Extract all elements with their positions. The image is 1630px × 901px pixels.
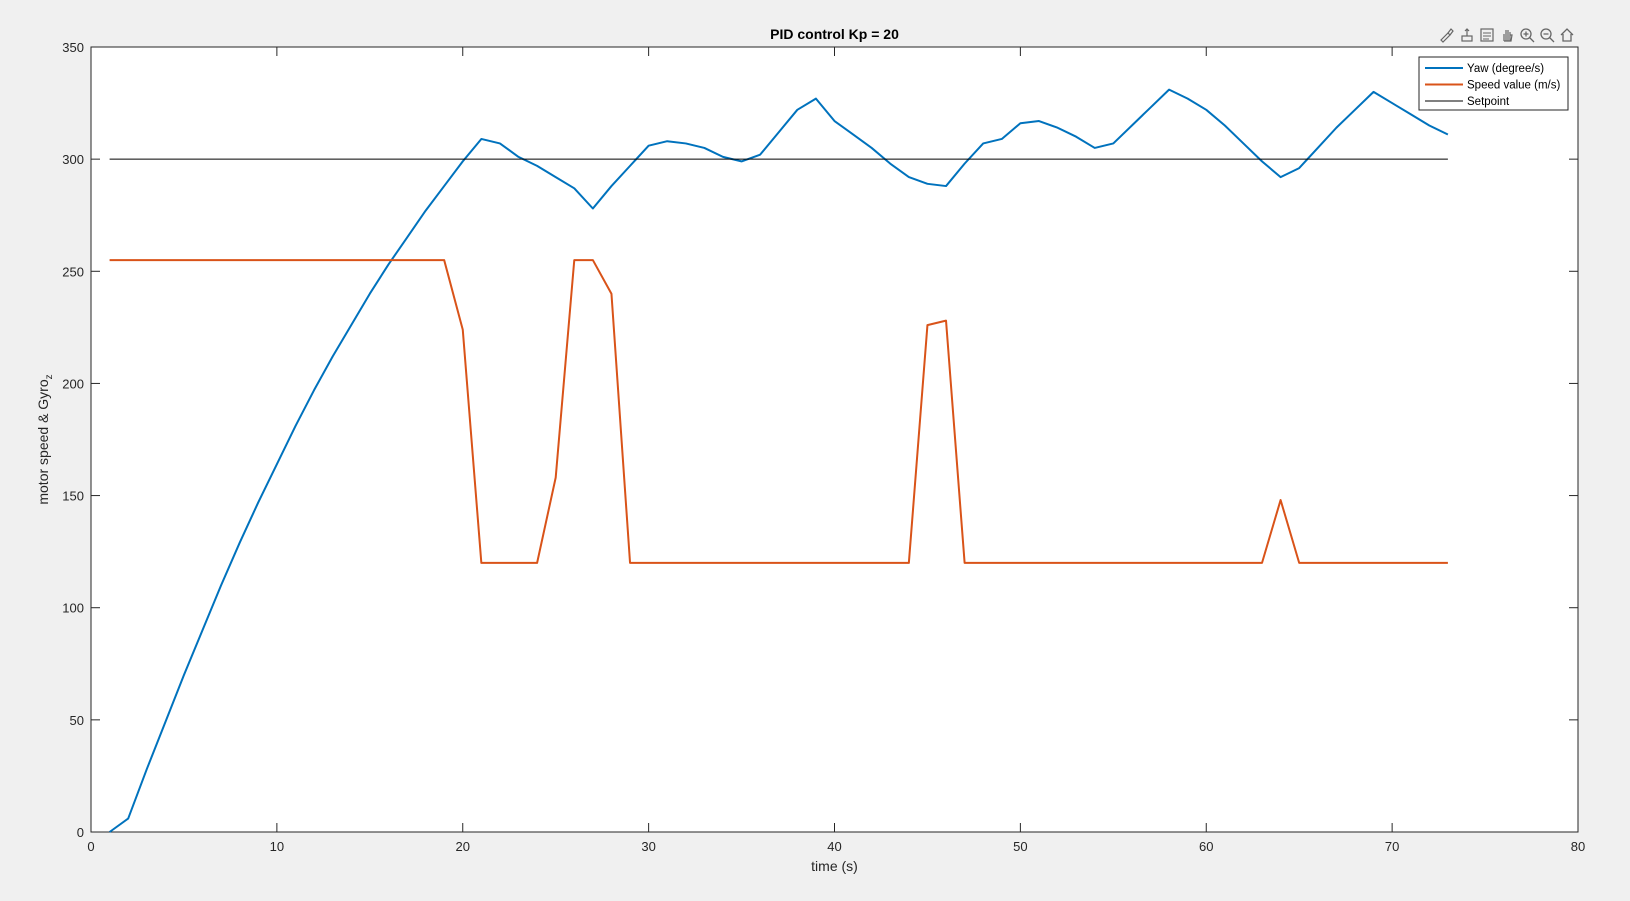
y-tick-label: 0 [77, 825, 84, 840]
x-tick-label: 0 [87, 839, 94, 854]
x-tick-label: 60 [1199, 839, 1213, 854]
legend[interactable]: Yaw (degree/s) Speed value (m/s) Setpoint [1418, 56, 1569, 111]
y-tick-label: 250 [62, 264, 84, 279]
y-tick-label: 50 [70, 713, 84, 728]
y-axis-label-subscript: z [44, 374, 55, 379]
y-tick-label: 150 [62, 489, 84, 504]
chart-title: PID control Kp = 20 [770, 26, 899, 42]
y-tick-label: 350 [62, 40, 84, 55]
legend-label-1: Speed value (m/s) [1467, 80, 1560, 92]
y-tick-label: 300 [62, 152, 84, 167]
chart-figure: 0 10 20 30 40 50 60 70 80 0 50 100 150 200 250 300 350 Y… [35, 26, 1585, 874]
y-tick-label: 200 [62, 376, 84, 391]
x-tick-label: 80 [1571, 839, 1585, 854]
x-tick-label: 10 [270, 839, 284, 854]
legend-label-0: Yaw (degree/s) [1467, 63, 1544, 75]
y-axis-label-main: motor speed & Gyro [35, 379, 51, 504]
y-tick-label: 100 [62, 601, 84, 616]
x-tick-label: 40 [827, 839, 841, 854]
x-tick-label: 30 [641, 839, 655, 854]
x-tick-label: 70 [1385, 839, 1399, 854]
legend-label-2: Setpoint [1467, 96, 1510, 108]
x-tick-label: 50 [1013, 839, 1027, 854]
plot-area: 0 10 20 30 40 50 60 70 80 0 50 100 150 200 250 300 350 Y… [62, 40, 1585, 854]
y-axis-label: motor speed & Gyroz [35, 374, 55, 504]
x-tick-label: 20 [456, 839, 470, 854]
x-axis-label: time (s) [811, 858, 858, 874]
axes-background [90, 46, 1579, 833]
